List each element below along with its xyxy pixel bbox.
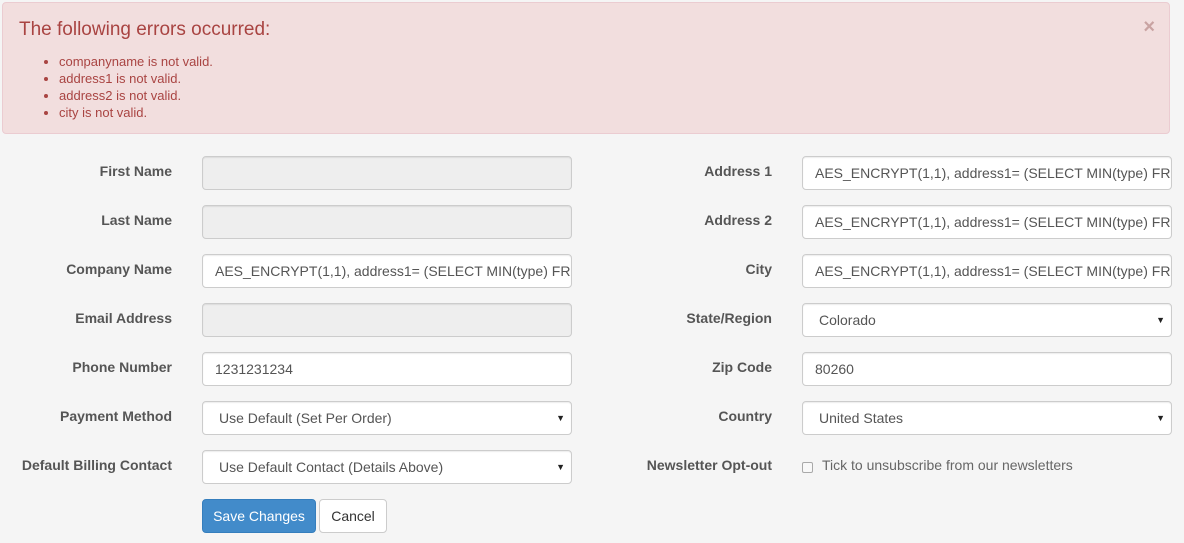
error-alert: The following errors occurred: × company… xyxy=(2,2,1170,134)
caret-down-icon: ▼ xyxy=(1156,413,1165,423)
caret-down-icon: ▼ xyxy=(1156,315,1165,325)
error-item: city is not valid. xyxy=(59,104,213,121)
phone-number-field[interactable]: 1231231234 xyxy=(202,352,572,386)
payment-method-value: Use Default (Set Per Order) xyxy=(219,410,392,426)
zip-code-label: Zip Code xyxy=(712,359,772,375)
last-name-field[interactable] xyxy=(202,205,572,239)
error-item: address1 is not valid. xyxy=(59,70,213,87)
error-item: companyname is not valid. xyxy=(59,53,213,70)
address2-field[interactable]: AES_ENCRYPT(1,1), address1= (SELECT MIN(… xyxy=(802,205,1172,239)
state-region-value: Colorado xyxy=(819,312,876,328)
zip-code-field[interactable]: 80260 xyxy=(802,352,1172,386)
cancel-button[interactable]: Cancel xyxy=(319,499,387,533)
country-select[interactable]: United States ▼ xyxy=(802,401,1172,435)
alert-title: The following errors occurred: xyxy=(19,19,271,40)
first-name-label: First Name xyxy=(99,163,172,179)
company-name-label: Company Name xyxy=(66,261,172,277)
city-field[interactable]: AES_ENCRYPT(1,1), address1= (SELECT MIN(… xyxy=(802,254,1172,288)
payment-method-select[interactable]: Use Default (Set Per Order) ▼ xyxy=(202,401,572,435)
email-address-field[interactable] xyxy=(202,303,572,337)
error-item: address2 is not valid. xyxy=(59,87,213,104)
first-name-field[interactable] xyxy=(202,156,572,190)
newsletter-checkbox-label[interactable]: Tick to unsubscribe from our newsletters xyxy=(822,457,1073,474)
newsletter-opt-out-label: Newsletter Opt-out xyxy=(646,457,772,473)
state-region-select[interactable]: Colorado ▼ xyxy=(802,303,1172,337)
caret-down-icon: ▼ xyxy=(556,462,565,472)
caret-down-icon: ▼ xyxy=(556,413,565,423)
default-billing-contact-select[interactable]: Use Default Contact (Details Above) ▼ xyxy=(202,450,572,484)
company-name-field[interactable]: AES_ENCRYPT(1,1), address1= (SELECT MIN(… xyxy=(202,254,572,288)
default-billing-contact-label: Default Billing Contact xyxy=(21,457,172,473)
email-address-label: Email Address xyxy=(75,310,172,326)
last-name-label: Last Name xyxy=(101,212,172,228)
country-label: Country xyxy=(718,408,772,424)
save-changes-button[interactable]: Save Changes xyxy=(202,499,316,533)
country-value: United States xyxy=(819,410,904,426)
default-billing-contact-value: Use Default Contact (Details Above) xyxy=(219,459,444,475)
address2-label: Address 2 xyxy=(704,212,772,228)
address1-field[interactable]: AES_ENCRYPT(1,1), address1= (SELECT MIN(… xyxy=(802,156,1172,190)
phone-number-label: Phone Number xyxy=(72,359,172,375)
city-label: City xyxy=(745,261,772,277)
payment-method-label: Payment Method xyxy=(59,408,172,424)
newsletter-opt-out-checkbox[interactable] xyxy=(802,462,813,473)
state-region-label: State/Region xyxy=(686,310,772,326)
close-icon[interactable]: × xyxy=(1143,17,1155,37)
error-list: companyname is not valid. address1 is no… xyxy=(19,53,213,121)
address1-label: Address 1 xyxy=(704,163,772,179)
